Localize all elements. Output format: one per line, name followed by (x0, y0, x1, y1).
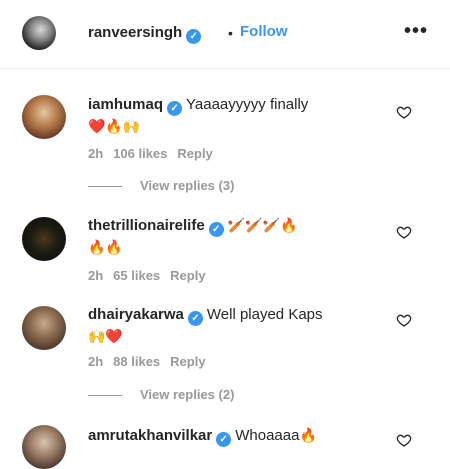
comment-meta: 2h 65 likes Reply (88, 268, 216, 283)
reply-button[interactable]: Reply (170, 354, 205, 369)
avatar[interactable] (22, 306, 66, 350)
comment-time: 2h (88, 354, 104, 369)
comment-text: Whoaaaa (235, 427, 300, 444)
like-count[interactable]: 88 likes (113, 354, 160, 369)
reply-button[interactable]: Reply (170, 268, 205, 283)
view-replies-button[interactable]: View replies (3) (88, 178, 234, 193)
comment-meta: 2h 88 likes Reply (88, 354, 216, 369)
more-options-icon[interactable]: ••• (404, 20, 428, 43)
post-header: ranveersingh ✓ • Follow ••• (0, 0, 450, 69)
comment-emojis: 🏏🏏🏏🔥 (227, 217, 298, 233)
like-heart-icon[interactable] (396, 224, 412, 240)
comment-time: 2h (88, 268, 104, 283)
avatar[interactable] (22, 16, 56, 50)
like-heart-icon[interactable] (396, 312, 412, 328)
verified-badge-icon: ✓ (167, 101, 183, 116)
verified-badge-icon: ✓ (216, 432, 232, 447)
comment-username[interactable]: dhairyakarwa (88, 306, 184, 323)
divider-line (88, 395, 122, 397)
comment-text: Well played Kaps (206, 306, 323, 323)
avatar[interactable] (22, 217, 66, 261)
comment-emojis: ❤️🔥🙌 (88, 118, 141, 134)
verified-badge-icon: ✓ (186, 29, 202, 44)
like-heart-icon[interactable] (396, 104, 412, 120)
view-replies-label: View replies (3) (140, 178, 235, 193)
comment-username[interactable]: amrutakhanvilkar (88, 427, 212, 444)
like-heart-icon[interactable] (396, 432, 412, 448)
follow-button[interactable]: Follow (240, 23, 288, 40)
comment-text: Yaaaayyyyy finally (186, 96, 309, 113)
comment-username[interactable]: thetrillionairelife (88, 217, 205, 234)
username[interactable]: ranveersingh (88, 24, 182, 41)
avatar[interactable] (22, 425, 66, 469)
comment-emojis: 🙌❤️ (88, 328, 123, 344)
separator-dot: • (228, 25, 233, 41)
view-replies-label: View replies (2) (140, 387, 235, 402)
reply-button[interactable]: Reply (177, 146, 212, 161)
comment-emojis-continued: 🔥🔥 (88, 239, 123, 255)
like-count[interactable]: 106 likes (113, 146, 167, 161)
verified-badge-icon: ✓ (208, 222, 224, 237)
divider-line (88, 186, 122, 188)
view-replies-button[interactable]: View replies (2) (88, 387, 234, 402)
comment-username[interactable]: iamhumaq (88, 96, 163, 113)
comment-time: 2h (88, 146, 104, 161)
comment-emojis: 🔥 (299, 427, 317, 443)
post-author[interactable]: ranveersingh ✓ (88, 24, 202, 44)
comment-meta: 2h 106 likes Reply (88, 146, 223, 161)
like-count[interactable]: 65 likes (113, 268, 160, 283)
avatar[interactable] (22, 95, 66, 139)
verified-badge-icon: ✓ (187, 311, 203, 326)
